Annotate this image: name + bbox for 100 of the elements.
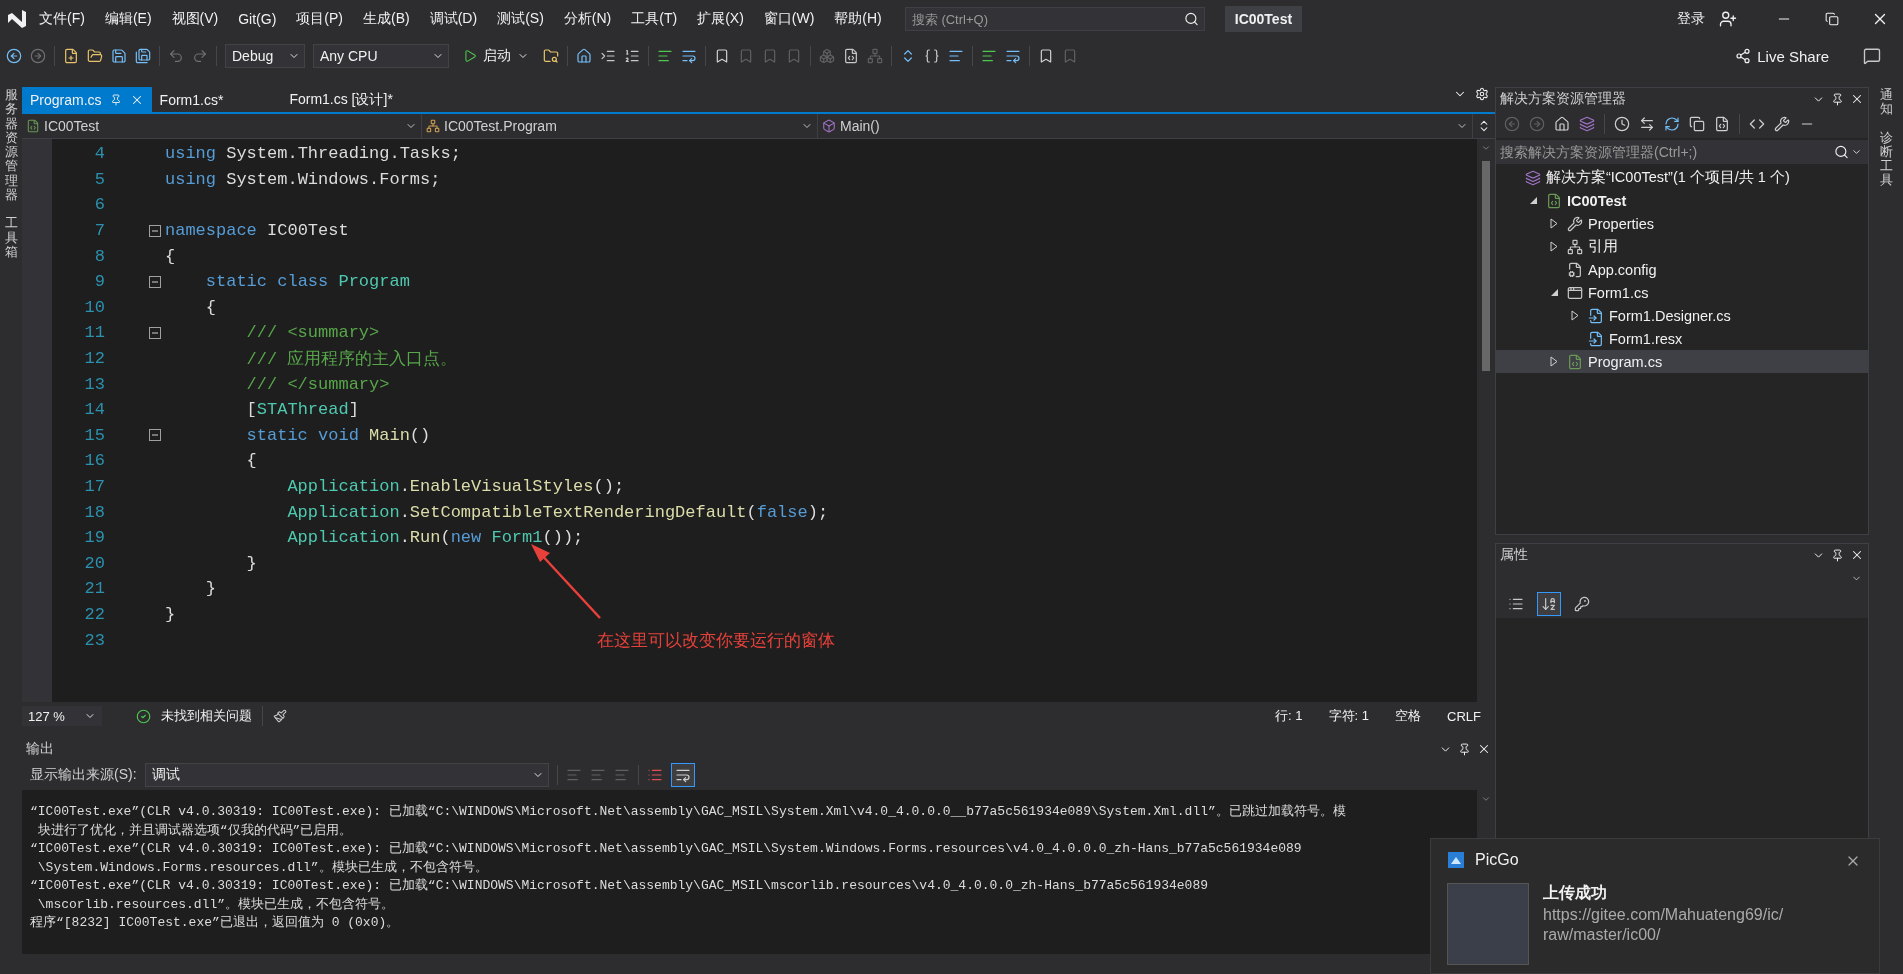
pin-icon[interactable] <box>109 93 122 106</box>
bookmark-icon[interactable] <box>714 48 730 64</box>
home-icon[interactable] <box>1554 116 1570 132</box>
menu-item[interactable]: 帮助(H) <box>825 6 891 32</box>
side-tab[interactable]: 通知 <box>1879 88 1893 117</box>
tree-item[interactable]: Form1.resx <box>1496 327 1868 350</box>
close-icon[interactable] <box>1477 742 1491 756</box>
feedback-icon[interactable] <box>1863 47 1881 65</box>
collapse-icon[interactable] <box>149 326 161 339</box>
collapse-icon[interactable] <box>149 429 161 442</box>
issues-status[interactable]: 未找到相关问题 <box>161 707 252 725</box>
live-share-button[interactable]: Live Share <box>1729 46 1835 66</box>
save-all-icon[interactable] <box>135 48 151 64</box>
line-status[interactable]: 行: 1 <box>1275 707 1303 725</box>
tree-item[interactable]: Properties <box>1496 212 1868 235</box>
home-icon[interactable] <box>576 48 592 64</box>
collapse-icon[interactable] <box>149 224 161 237</box>
code-icon[interactable] <box>1749 116 1765 132</box>
folder-search-icon[interactable] <box>543 48 559 64</box>
tree-item[interactable]: 引用 <box>1496 235 1868 258</box>
expanded-caret-icon[interactable] <box>1550 288 1559 297</box>
close-icon[interactable] <box>1850 548 1864 562</box>
pin-icon[interactable] <box>1831 548 1844 562</box>
folder-icon[interactable] <box>87 48 103 64</box>
menu-item[interactable]: 窗口(W) <box>754 6 824 32</box>
collapsed-caret-icon[interactable] <box>1550 218 1558 229</box>
spaces-status[interactable]: 空格 <box>1395 707 1422 725</box>
menu-item[interactable]: 文件(F) <box>30 6 94 32</box>
search-icon[interactable] <box>1834 144 1849 160</box>
clear-icon[interactable] <box>646 767 663 783</box>
back-icon[interactable] <box>6 48 22 64</box>
tree-item[interactable]: Program.cs <box>1496 350 1868 373</box>
side-tab[interactable]: 工具箱 <box>4 216 18 260</box>
menu-item[interactable]: 项目(P) <box>287 6 352 32</box>
side-tab[interactable]: 服务器资源管理器 <box>4 88 18 203</box>
tree-item[interactable]: Form1.Designer.cs <box>1496 304 1868 327</box>
tree-item[interactable]: IC00Test <box>1496 189 1868 212</box>
menu-item[interactable]: 测试(S) <box>488 6 553 32</box>
line-ending-status[interactable]: CRLF <box>1447 708 1481 724</box>
search-field[interactable]: 搜索 (Ctrl+Q) <box>904 7 1205 31</box>
side-tab[interactable]: 诊断工具 <box>1879 130 1893 188</box>
platform-dropdown[interactable]: Any CPU <box>313 44 449 68</box>
properties-icon[interactable] <box>1774 116 1790 132</box>
restore-icon[interactable] <box>1825 12 1839 26</box>
save-icon[interactable] <box>111 48 127 64</box>
play-icon[interactable] <box>463 49 477 63</box>
collapsed-caret-icon[interactable] <box>1571 310 1579 321</box>
expanded-caret-icon[interactable] <box>1529 196 1538 205</box>
collapsed-caret-icon[interactable] <box>1550 356 1558 367</box>
menu-item[interactable]: 编辑(E) <box>95 6 161 32</box>
document-tab[interactable]: Form1.cs [设计]* <box>281 87 401 112</box>
collapsed-caret-icon[interactable] <box>1550 241 1558 252</box>
show-files-icon[interactable] <box>1714 116 1730 132</box>
sync-icon[interactable] <box>1639 116 1655 132</box>
char-status[interactable]: 字符: 1 <box>1328 707 1370 725</box>
indent-icon[interactable] <box>600 48 616 64</box>
pin-icon[interactable] <box>1831 92 1844 106</box>
menu-item[interactable]: 视图(V) <box>162 6 228 32</box>
menu-item[interactable]: 扩展(X) <box>688 6 753 32</box>
menu-item[interactable]: Git(G) <box>229 7 286 31</box>
align-icon[interactable] <box>981 48 997 64</box>
menu-item[interactable]: 生成(B) <box>354 6 419 32</box>
scrollbar-thumb[interactable] <box>1482 161 1490 371</box>
settings-icon[interactable] <box>1475 87 1489 101</box>
menu-item[interactable]: 分析(N) <box>554 6 621 32</box>
collapse-all-icon[interactable] <box>1689 116 1705 132</box>
source-dropdown[interactable]: 调试 <box>144 763 549 787</box>
align-icon[interactable] <box>657 48 673 64</box>
forward-icon[interactable] <box>30 48 46 64</box>
brush-icon[interactable] <box>273 709 287 723</box>
document-tab[interactable]: Program.cs <box>22 87 152 112</box>
tree-item[interactable]: Form1.cs <box>1496 281 1868 304</box>
search-field[interactable]: 搜索解决方案资源管理器(Ctrl+;) <box>1496 140 1868 164</box>
pin-icon[interactable] <box>1458 742 1471 756</box>
tree-item[interactable]: App.config <box>1496 258 1868 281</box>
wrap-icon[interactable] <box>1005 48 1021 64</box>
sign-in-link[interactable]: 登录 <box>1671 9 1711 29</box>
menu-item[interactable]: 工具(T) <box>622 6 687 32</box>
braces-icon[interactable] <box>924 48 940 64</box>
refresh-icon[interactable] <box>1664 116 1680 132</box>
menu-item[interactable]: 调试(D) <box>420 6 487 32</box>
new-item-icon[interactable] <box>63 48 79 64</box>
close-icon[interactable] <box>1850 92 1864 106</box>
share-icon[interactable] <box>1735 48 1752 64</box>
file-icon[interactable] <box>843 48 859 64</box>
search-icon[interactable] <box>1183 11 1199 27</box>
redo-icon[interactable] <box>192 48 208 64</box>
align-icon[interactable] <box>948 48 964 64</box>
bookmark-icon[interactable] <box>1038 48 1054 64</box>
zoom-dropdown[interactable]: 127 % <box>22 706 102 726</box>
collapse-icon[interactable] <box>149 275 161 288</box>
history-icon[interactable] <box>1614 116 1630 132</box>
tree-item[interactable]: 解决方案“IC00Test”(1 个项目/共 1 个) <box>1496 166 1868 189</box>
start-button[interactable]: 启动 <box>457 46 535 66</box>
configuration-dropdown[interactable]: Debug <box>225 44 305 68</box>
document-tab[interactable]: Form1.cs* <box>151 87 232 112</box>
list-icon[interactable] <box>624 48 640 64</box>
user-add-icon[interactable] <box>1719 10 1737 28</box>
undo-icon[interactable] <box>168 48 184 64</box>
wrap-icon[interactable] <box>681 48 697 64</box>
